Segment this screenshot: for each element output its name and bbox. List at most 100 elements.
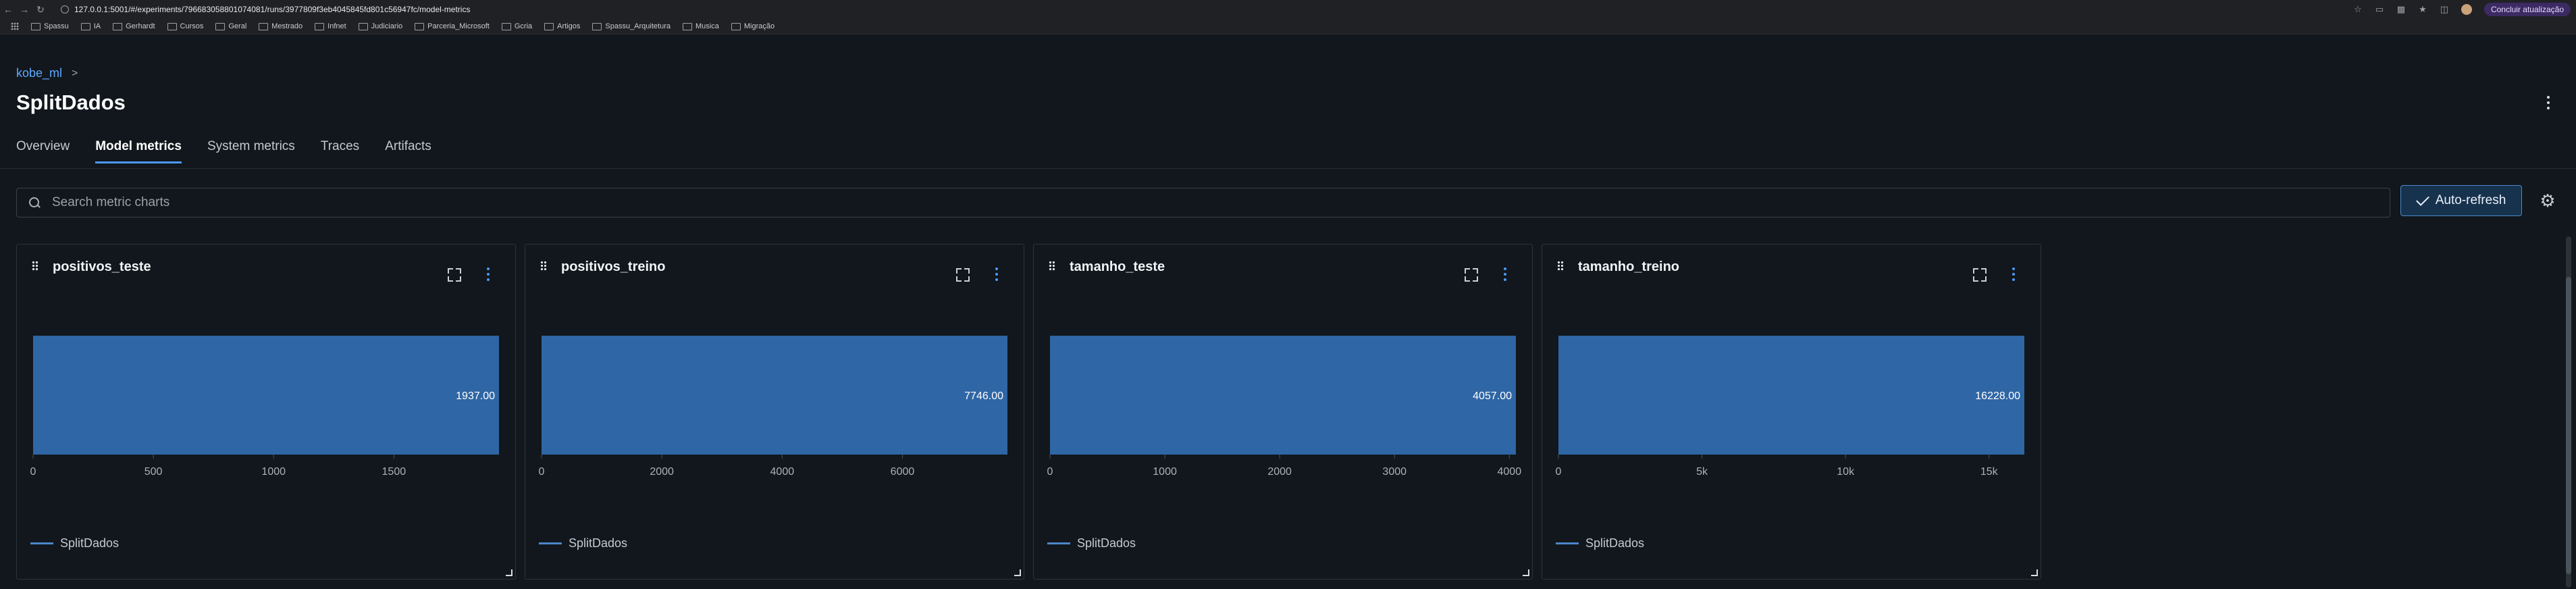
bookmark-folder[interactable]: Judiciario [358,22,402,30]
bookmark-folder[interactable]: Spassu_Arquitetura [592,22,671,30]
drag-handle-icon[interactable] [540,261,547,272]
extensions-icon[interactable]: ▭ [2375,5,2384,14]
tab-model-metrics[interactable]: Model metrics [95,139,182,163]
bookmark-folder[interactable]: Infnet [315,22,346,30]
run-tabs: Overview Model metrics System metrics Tr… [16,139,431,163]
auto-refresh-button[interactable]: Auto-refresh [2400,185,2522,216]
bar-value-label: 16228.00 [1975,390,2020,402]
bookmark-folder[interactable]: Musica [683,22,719,30]
forward-icon[interactable]: → [16,4,32,15]
fullscreen-icon[interactable] [1465,268,1478,282]
chart-menu-button[interactable] [2010,267,2017,281]
bookmark-folder[interactable]: Artigos [544,22,580,30]
chart-title: positivos_teste [53,259,151,274]
chart-title: tamanho_treino [1578,259,1680,274]
breadcrumb: kobe_ml > [16,66,78,80]
bar[interactable] [1050,336,1516,455]
folder-icon [167,22,177,30]
auto-refresh-label: Auto-refresh [2435,193,2506,207]
x-axis-tick-label: 10k [1837,466,1855,478]
chart-legend: SplitDados [30,536,119,550]
metric-chart-card: positivos_teste 1937.00 0 500 1000 1500 Spli… [16,244,516,580]
tab-artifacts[interactable]: Artifacts [385,139,431,161]
tab-overview[interactable]: Overview [16,139,70,161]
bar[interactable] [542,336,1007,455]
update-button[interactable]: Concluir atualização [2483,3,2571,16]
folder-icon [113,22,123,30]
kebab-menu-icon [1502,267,1508,281]
legend-swatch [1047,542,1070,544]
bookmark-folder[interactable]: Spassu [31,22,69,30]
split-view-icon[interactable]: ◫ [2440,5,2449,14]
drag-handle-icon[interactable] [32,261,38,272]
bookmark-folder[interactable]: IA [80,22,101,30]
x-axis-tick-label: 15k [1980,466,1999,478]
bookmark-folder[interactable]: Mestrado [259,22,303,30]
chart-menu-button[interactable] [485,267,492,281]
fullscreen-icon[interactable] [1973,268,1987,282]
gear-icon[interactable]: ⚙ [2539,192,2556,209]
kebab-menu-icon [2545,96,2552,109]
bookmark-manager-icon[interactable]: ★ [2418,5,2427,14]
legend-label: SplitDados [1077,536,1136,550]
legend-label: SplitDados [569,536,628,550]
url-text: 127.0.0.1:5001/#/experiments/79668305880… [74,5,471,14]
folder-icon [315,22,325,30]
chart-title: positivos_treino [561,259,666,274]
bookmark-folder[interactable]: Geral [215,22,246,30]
folder-icon [259,22,269,30]
bar-value-label: 7746.00 [964,390,1003,402]
bar[interactable] [33,336,499,455]
chart-menu-button[interactable] [993,267,1000,281]
bar-value-label: 1937.00 [456,390,495,402]
search-box [16,188,2390,217]
browser-address-bar: ← → ↻ 127.0.0.1:5001/#/experiments/79668… [0,0,2576,19]
breadcrumb-experiment-link[interactable]: kobe_ml [16,66,62,80]
resize-handle-icon[interactable] [506,569,512,576]
bookmark-folder[interactable]: Gcria [501,22,532,30]
x-axis-tick-label: 0 [30,466,36,478]
x-axis-tick-label: 3000 [1382,466,1407,478]
url-field[interactable]: 127.0.0.1:5001/#/experiments/79668305880… [61,5,470,14]
x-axis-tick-label: 1000 [261,466,286,478]
legend-swatch [539,542,562,544]
bookmark-folder[interactable]: Cursos [167,22,203,30]
fullscreen-icon[interactable] [956,268,970,282]
site-info-icon[interactable] [61,5,69,14]
drag-handle-icon[interactable] [1557,261,1564,272]
bookmark-folder[interactable]: Migração [731,22,774,30]
chart-menu-button[interactable] [1502,267,1508,281]
bookmark-folder[interactable]: Gerhardt [113,22,155,30]
apps-grid-icon[interactable] [11,22,19,30]
x-axis-tick-label: 1500 [382,466,406,478]
profile-avatar[interactable] [2461,4,2472,15]
tab-traces[interactable]: Traces [321,139,359,161]
bookmark-folder[interactable]: Parceria_Microsoft [415,22,490,30]
tabs-divider [0,168,2576,169]
resize-handle-icon[interactable] [1014,569,1021,576]
folder-icon [31,22,41,30]
legend-label: SplitDados [60,536,120,550]
folder-icon [544,22,554,30]
reload-icon[interactable]: ↻ [32,4,49,16]
x-axis-tick-label: 4000 [770,466,795,478]
page-title: SplitDados [16,91,126,114]
tab-system-metrics[interactable]: System metrics [207,139,295,161]
x-axis-tick-label: 6000 [891,466,915,478]
resize-handle-icon[interactable] [2031,569,2038,576]
run-actions-menu-button[interactable] [2545,96,2552,109]
metric-chart-card: tamanho_treino 16228.00 0 5k 10k 15k SplitDa… [1542,244,2041,580]
search-input[interactable] [51,195,2349,211]
folder-icon [415,22,425,30]
x-axis-tick-label: 0 [1047,466,1053,478]
x-axis-tick-label: 0 [1556,466,1562,478]
drag-handle-icon[interactable] [1049,261,1055,272]
bar[interactable] [1558,336,2024,455]
scrollbar-thumb[interactable] [2566,277,2571,574]
star-icon[interactable]: ☆ [2353,5,2363,14]
resize-handle-icon[interactable] [1523,569,1529,576]
bar-chart: 7746.00 0 2000 4000 6000 [539,336,1007,478]
back-icon[interactable]: ← [0,4,16,15]
fullscreen-icon[interactable] [448,268,461,282]
translate-icon[interactable]: ▩ [2396,5,2406,14]
